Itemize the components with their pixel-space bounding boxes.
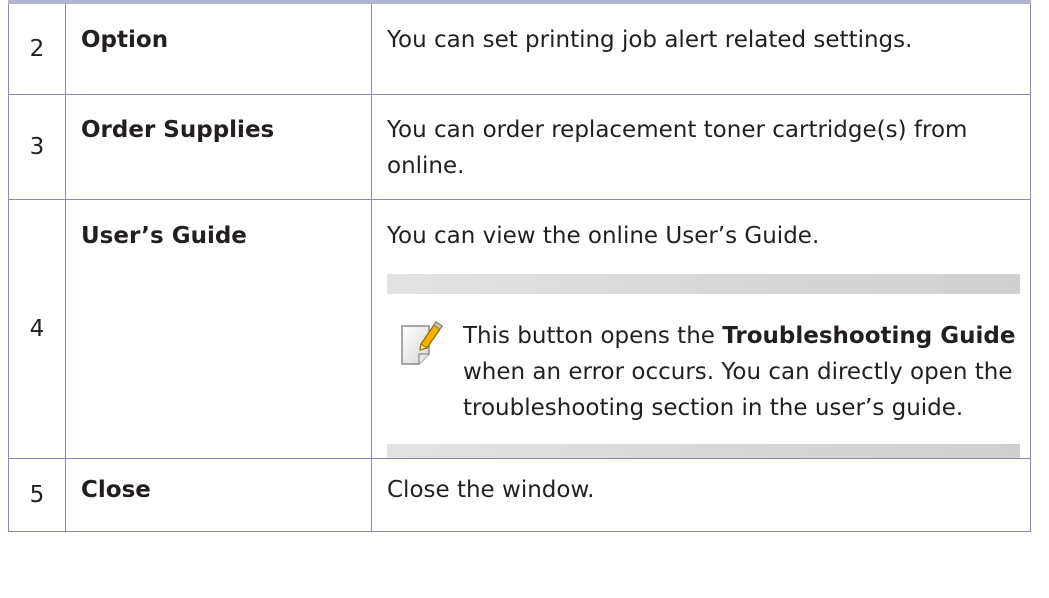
feature-table: 2 Option You can set printing job alert … xyxy=(8,4,1031,532)
row-number: 5 xyxy=(8,458,66,532)
row-description-cell: You can view the online User’s Guide. Th… xyxy=(371,199,1031,459)
row-name: Option xyxy=(65,4,372,95)
note-pencil-icon xyxy=(399,320,445,368)
table-row: 5 Close Close the window. xyxy=(8,458,1031,532)
table-row: 2 Option You can set printing job alert … xyxy=(8,4,1031,95)
row-description: You can order replacement toner cartridg… xyxy=(371,94,1031,200)
row-number: 4 xyxy=(8,199,66,459)
row-number: 2 xyxy=(8,4,66,95)
row-name: User’s Guide xyxy=(65,199,372,459)
table-row: 4 User’s Guide You can view the online U… xyxy=(8,199,1031,459)
row-description: You can set printing job alert related s… xyxy=(371,4,1031,95)
row-description: You can view the online User’s Guide. xyxy=(387,223,820,249)
note-bold-1: Troubleshooting Guide xyxy=(722,323,1016,349)
row-name: Close xyxy=(65,458,372,532)
table-row: 3 Order Supplies You can order replaceme… xyxy=(8,94,1031,200)
note-body: This button opens the Troubleshooting Gu… xyxy=(387,294,1020,444)
note-top-bar xyxy=(387,274,1020,294)
note-box: This button opens the Troubleshooting Gu… xyxy=(387,274,1020,458)
row-name: Order Supplies xyxy=(65,94,372,200)
row-number: 3 xyxy=(8,94,66,200)
note-text-1: This button opens the xyxy=(463,323,723,349)
note-bottom-bar xyxy=(387,444,1020,458)
note-text-2: when an error occurs. You can directly o… xyxy=(463,359,1013,421)
row-description: Close the window. xyxy=(371,458,1031,532)
